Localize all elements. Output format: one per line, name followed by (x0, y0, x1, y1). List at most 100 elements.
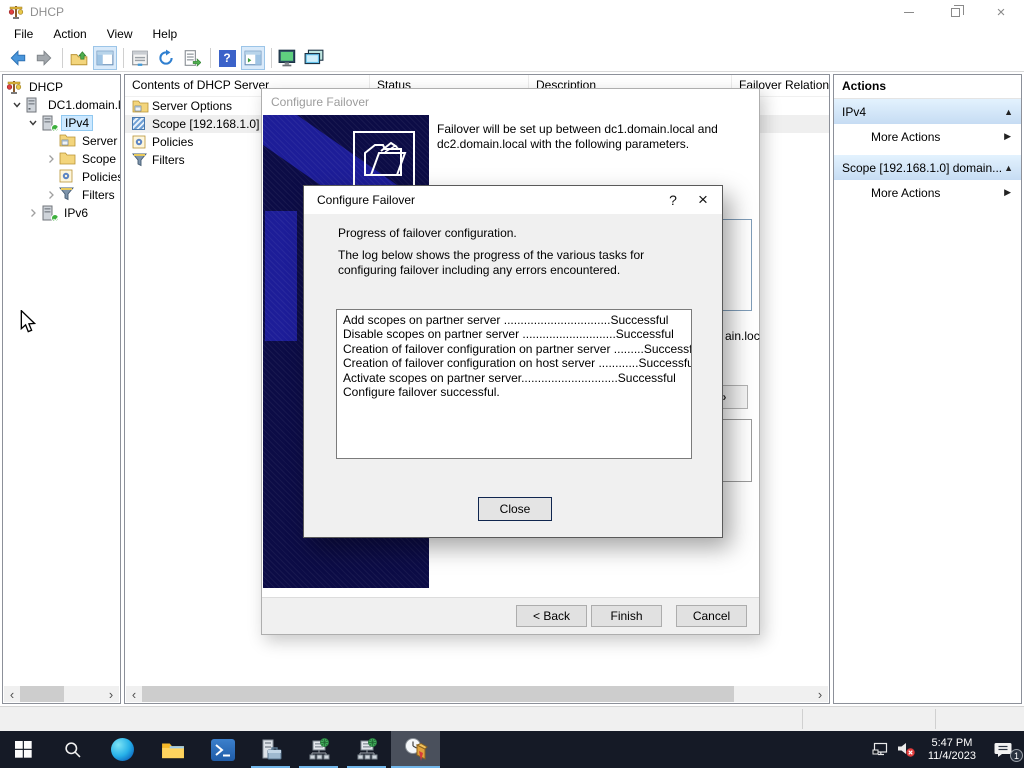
restore-icon (951, 8, 960, 17)
file-explorer-icon (161, 740, 185, 760)
refresh-icon (157, 49, 175, 67)
taskbar-mmc-console-button-2[interactable] (343, 731, 390, 768)
ipv6-server-icon (41, 205, 58, 221)
tree-item-server[interactable]: DC1.domain.local (3, 96, 120, 114)
close-button[interactable]: × (978, 0, 1024, 24)
taskbar-explorer-button[interactable] (149, 731, 196, 768)
start-button[interactable] (0, 731, 47, 768)
cancel-button[interactable]: Cancel (676, 605, 747, 627)
tree-label: IPv6 (61, 206, 91, 220)
tree-item-server-options[interactable]: Server Options (3, 132, 120, 150)
more-actions-scope[interactable]: More Actions ▶ (834, 180, 1021, 205)
powershell-icon (211, 739, 235, 761)
toolbar-separator (62, 48, 63, 68)
search-button[interactable] (49, 731, 96, 768)
taskbar-dhcp-button[interactable] (391, 731, 440, 768)
scrollbar-thumb[interactable] (20, 686, 64, 702)
chevron-down-icon[interactable] (25, 115, 41, 131)
toolbar-refresh-button[interactable] (154, 46, 178, 70)
toolbar-back-button[interactable] (6, 46, 30, 70)
toolbar-console-tree-toggle[interactable] (93, 46, 117, 70)
window-titlebar: DHCP × (0, 0, 1024, 24)
notification-count-badge: 1 (1010, 749, 1023, 762)
filter-icon (132, 153, 148, 167)
taskbar-mmc-console-button[interactable] (295, 731, 342, 768)
toolbar-help-button[interactable]: ? (215, 46, 239, 70)
tree-item-filters[interactable]: Filters (3, 186, 120, 204)
scroll-left-arrow[interactable]: ‹ (126, 686, 142, 702)
tree-item-ipv4[interactable]: IPv4 (3, 114, 120, 132)
toolbar-action-pane-toggle[interactable] (241, 46, 265, 70)
chevron-right-icon[interactable] (43, 187, 59, 203)
tree-item-policies[interactable]: Policies (3, 168, 120, 186)
more-actions-arrow-icon: ▶ (1004, 131, 1011, 142)
menu-view[interactable]: View (97, 24, 143, 45)
notification-center-button[interactable]: 1 (984, 731, 1024, 768)
dialog-help-button[interactable]: ? (658, 186, 688, 214)
dialog-close-button[interactable]: × (688, 186, 718, 214)
toolbar-forward-button[interactable] (32, 46, 56, 70)
taskbar-clock[interactable]: 5:47 PM 11/4/2023 (928, 737, 976, 763)
more-actions-ipv4[interactable]: More Actions ▶ (834, 124, 1021, 149)
wizard-button-row: < Back Finish Cancel (262, 597, 759, 634)
chevron-right-icon[interactable] (43, 151, 59, 167)
tree-label: Server Options (79, 134, 120, 148)
chevron-down-icon[interactable] (9, 97, 25, 113)
actions-group-ipv4[interactable]: IPv4 ▲ (834, 99, 1021, 124)
dialog-titlebar: Configure Failover ? × (304, 186, 722, 214)
log-line: Add scopes on partner server ...........… (343, 313, 685, 327)
list-item-label: Filters (152, 153, 185, 167)
menu-file[interactable]: File (4, 24, 43, 45)
network-tray-icon[interactable] (868, 731, 894, 768)
results-horizontal-scrollbar[interactable]: ‹ › (126, 686, 828, 702)
toolbar-properties-button[interactable] (128, 46, 152, 70)
scroll-right-arrow[interactable]: › (103, 686, 119, 702)
minimize-button[interactable] (886, 0, 932, 24)
tree-item-scope[interactable]: Scope [192.168.1.0] (3, 150, 120, 168)
finish-button[interactable]: Finish (591, 605, 662, 627)
toolbar-statistics-button[interactable] (276, 46, 300, 70)
clock-time: 5:47 PM (928, 737, 976, 750)
menu-help[interactable]: Help (143, 24, 188, 45)
scope-icon (132, 117, 148, 131)
restore-button[interactable] (932, 0, 978, 24)
taskbar-powershell-button[interactable] (199, 731, 246, 768)
scroll-right-arrow[interactable]: › (812, 686, 828, 702)
console-tree-pane: DHCP DC1.domain.local IPv4 Server Option… (2, 74, 121, 704)
collapse-icon[interactable]: ▲ (1004, 163, 1013, 173)
list-item-label: Policies (152, 135, 193, 149)
configure-failover-progress-dialog: Configure Failover ? × Progress of failo… (303, 185, 723, 538)
toolbar-export-list-button[interactable] (180, 46, 204, 70)
actions-pane: Actions IPv4 ▲ More Actions ▶ Scope [192… (833, 74, 1022, 704)
toolbar-separator (271, 48, 272, 68)
log-line: Activate scopes on partner server.......… (343, 371, 685, 385)
dhcp-console-icon (403, 737, 429, 763)
back-button[interactable]: < Back (516, 605, 587, 627)
windows-cascade-icon (304, 49, 324, 67)
scroll-left-arrow[interactable]: ‹ (4, 686, 20, 702)
actions-group-label: IPv4 (842, 105, 1004, 119)
scrollbar-thumb[interactable] (142, 686, 734, 702)
log-line: Disable scopes on partner server .......… (343, 327, 685, 341)
taskbar-edge-button[interactable] (99, 731, 146, 768)
server-manager-icon (259, 738, 283, 762)
export-list-icon (183, 49, 201, 67)
toolbar-up-level-button[interactable] (67, 46, 91, 70)
menu-action[interactable]: Action (43, 24, 96, 45)
tree-item-dhcp-root[interactable]: DHCP (3, 78, 120, 96)
tree-label: Filters (79, 188, 118, 202)
actions-group-scope[interactable]: Scope [192.168.1.0] domain... ▲ (834, 155, 1021, 180)
toolbar-new-window-button[interactable] (302, 46, 326, 70)
tree-horizontal-scrollbar[interactable]: ‹ › (4, 686, 119, 702)
progress-text: Progress of failover configuration. (338, 226, 517, 240)
volume-muted-tray-icon[interactable] (894, 731, 920, 768)
tree-item-ipv6[interactable]: IPv6 (3, 204, 120, 222)
window-title: DHCP (30, 5, 64, 19)
policies-icon (59, 169, 76, 185)
collapse-icon[interactable]: ▲ (1004, 107, 1013, 117)
taskbar-server-manager-button[interactable] (247, 731, 294, 768)
failover-log-box: Add scopes on partner server ...........… (336, 309, 692, 459)
statusbar-separator (802, 709, 803, 729)
chevron-right-icon[interactable] (25, 205, 41, 221)
close-progress-button[interactable]: Close (478, 497, 552, 521)
